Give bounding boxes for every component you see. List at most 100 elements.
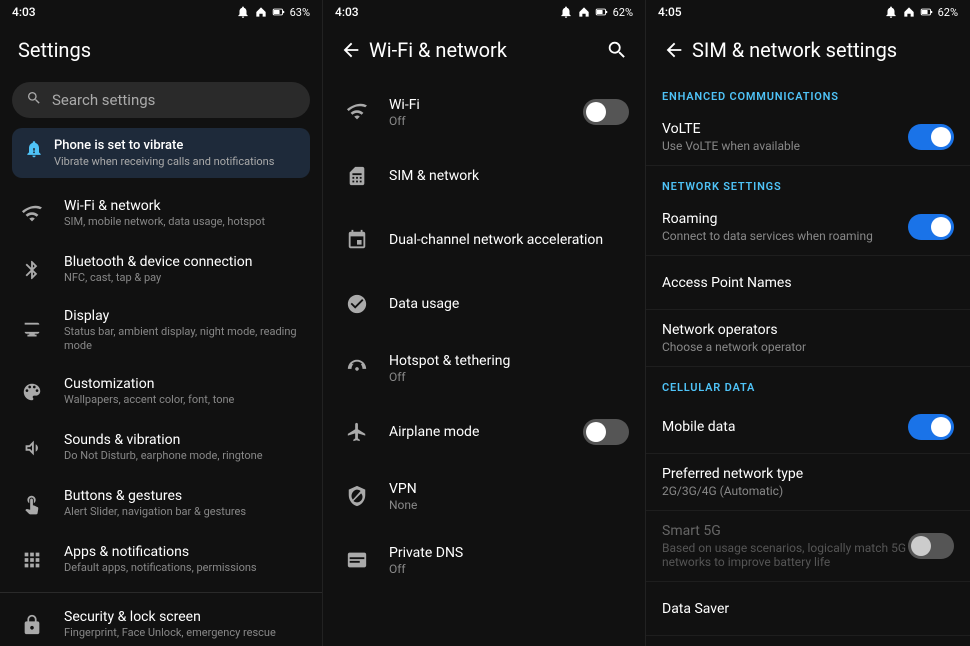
right-item-apn[interactable]: Access Point Names <box>646 256 970 310</box>
right-item-roaming[interactable]: Roaming Connect to data services when ro… <box>646 199 970 256</box>
bluetooth-icon <box>14 252 50 288</box>
section-header-enhanced: ENHANCED COMMUNICATIONS <box>646 76 970 109</box>
status-bar-right: 4:05 62% <box>646 0 970 24</box>
roaming-title: Roaming <box>662 211 908 227</box>
apps-icon <box>14 542 50 578</box>
operators-subtitle: Choose a network operator <box>662 340 954 354</box>
notification-banner[interactable]: Phone is set to vibrate Vibrate when rec… <box>12 128 310 178</box>
wifi-item-icon <box>339 94 375 130</box>
sidebar-item-sounds[interactable]: Sounds & vibration Do Not Disturb, earph… <box>0 420 322 476</box>
sidebar-item-wifi[interactable]: Wi-Fi & network SIM, mobile network, dat… <box>0 186 322 242</box>
middle-title: Wi-Fi & network <box>369 38 507 62</box>
sidebar-item-bluetooth[interactable]: Bluetooth & device connection NFC, cast,… <box>0 242 322 298</box>
item-security-title: Security & lock screen <box>64 609 308 625</box>
roaming-subtitle: Connect to data services when roaming <box>662 229 908 243</box>
data-saver-title: Data Saver <box>662 601 954 617</box>
status-bar-middle: 4:03 62% <box>323 0 645 24</box>
hotspot-icon <box>339 350 375 386</box>
search-bar[interactable]: Search settings <box>12 82 310 118</box>
airplane-icon <box>339 414 375 450</box>
wifi-item-airplane-title: Airplane mode <box>389 424 583 440</box>
gesture-icon <box>14 486 50 522</box>
wifi-item-vpn[interactable]: VPN None <box>323 464 645 528</box>
roaming-toggle-wrap <box>908 214 954 240</box>
battery-right: 62% <box>938 6 958 19</box>
middle-header: Wi-Fi & network <box>323 24 645 76</box>
item-bluetooth-title: Bluetooth & device connection <box>64 254 308 270</box>
right-panel: 4:05 62% SIM & network settings ENHANCED… <box>646 0 970 646</box>
wifi-toggle[interactable] <box>583 99 629 125</box>
status-bar-left: 4:03 63% <box>0 0 322 24</box>
mobile-data-thumb <box>931 417 951 437</box>
item-wifi-sub: SIM, mobile network, data usage, hotspot <box>64 215 308 229</box>
item-sounds-sub: Do Not Disturb, earphone mode, ringtone <box>64 449 308 463</box>
sidebar-item-security[interactable]: Security & lock screen Fingerprint, Face… <box>0 597 322 646</box>
right-item-smart5g[interactable]: Smart 5G Based on usage scenarios, logic… <box>646 511 970 582</box>
wifi-item-dns-title: Private DNS <box>389 545 629 561</box>
dual-channel-icon <box>339 222 375 258</box>
apn-title: Access Point Names <box>662 275 954 291</box>
item-apps-title: Apps & notifications <box>64 544 308 560</box>
sim-icon <box>339 158 375 194</box>
sidebar-item-display[interactable]: Display Status bar, ambient display, nig… <box>0 298 322 364</box>
network-type-title: Preferred network type <box>662 466 954 482</box>
wifi-item-vpn-sub: None <box>389 498 629 512</box>
wifi-item-dns[interactable]: Private DNS Off <box>323 528 645 592</box>
roaming-toggle[interactable] <box>908 214 954 240</box>
right-item-operators[interactable]: Network operators Choose a network opera… <box>646 310 970 367</box>
sidebar-item-apps[interactable]: Apps & notifications Default apps, notif… <box>0 532 322 588</box>
back-button-middle[interactable] <box>337 36 365 64</box>
left-panel: 4:03 63% Settings Search settings Phone … <box>0 0 323 646</box>
wifi-item-sim[interactable]: SIM & network <box>323 144 645 208</box>
wifi-item-hotspot-sub: Off <box>389 370 629 384</box>
smart5g-title: Smart 5G <box>662 523 908 539</box>
wifi-item-wifi-sub: Off <box>389 114 583 128</box>
sidebar-item-customization[interactable]: Customization Wallpapers, accent color, … <box>0 364 322 420</box>
wifi-toggle-thumb <box>586 102 606 122</box>
search-placeholder: Search settings <box>52 91 155 109</box>
smart5g-subtitle: Based on usage scenarios, logically matc… <box>662 541 908 569</box>
wifi-item-dual-title: Dual-channel network acceleration <box>389 232 629 248</box>
wifi-item-data-title: Data usage <box>389 296 629 312</box>
item-customization-sub: Wallpapers, accent color, font, tone <box>64 393 308 407</box>
wifi-item-data[interactable]: Data usage <box>323 272 645 336</box>
sidebar-item-buttons[interactable]: Buttons & gestures Alert Slider, navigat… <box>0 476 322 532</box>
item-display-title: Display <box>64 308 308 324</box>
right-item-network-type[interactable]: Preferred network type 2G/3G/4G (Automat… <box>646 454 970 511</box>
smart5g-toggle-wrap <box>908 533 954 559</box>
wifi-item-vpn-title: VPN <box>389 481 629 497</box>
right-header: SIM & network settings <box>646 24 970 76</box>
airplane-toggle[interactable] <box>583 419 629 445</box>
palette-icon <box>14 374 50 410</box>
item-apps-sub: Default apps, notifications, permissions <box>64 561 308 575</box>
volte-toggle[interactable] <box>908 124 954 150</box>
right-title: SIM & network settings <box>692 38 897 62</box>
mobile-data-toggle-wrap <box>908 414 954 440</box>
wifi-item-wifi[interactable]: Wi-Fi Off <box>323 80 645 144</box>
wifi-item-hotspot-title: Hotspot & tethering <box>389 353 629 369</box>
wifi-item-dual[interactable]: Dual-channel network acceleration <box>323 208 645 272</box>
item-display-sub: Status bar, ambient display, night mode,… <box>64 325 308 354</box>
smart5g-toggle[interactable] <box>908 533 954 559</box>
item-buttons-title: Buttons & gestures <box>64 488 308 504</box>
divider-1 <box>0 592 322 593</box>
roaming-toggle-thumb <box>931 217 951 237</box>
smart5g-thumb <box>911 536 931 556</box>
volte-subtitle: Use VoLTE when available <box>662 139 908 153</box>
wifi-item-hotspot[interactable]: Hotspot & tethering Off <box>323 336 645 400</box>
search-icon-middle[interactable] <box>603 36 631 64</box>
vpn-icon <box>339 478 375 514</box>
notification-subtitle: Vibrate when receiving calls and notific… <box>54 155 274 168</box>
wifi-item-wifi-title: Wi-Fi <box>389 97 583 113</box>
mobile-data-toggle[interactable] <box>908 414 954 440</box>
back-button-right[interactable] <box>660 36 688 64</box>
battery-left: 63% <box>290 6 310 19</box>
right-item-data-saver[interactable]: Data Saver <box>646 582 970 636</box>
item-buttons-sub: Alert Slider, navigation bar & gestures <box>64 505 308 519</box>
lock-icon <box>14 607 50 643</box>
wifi-icon <box>14 196 50 232</box>
wifi-item-airplane[interactable]: Airplane mode <box>323 400 645 464</box>
item-security-sub: Fingerprint, Face Unlock, emergency resc… <box>64 626 308 640</box>
right-item-volte[interactable]: VoLTE Use VoLTE when available <box>646 109 970 166</box>
right-item-mobile-data[interactable]: Mobile data <box>646 400 970 454</box>
